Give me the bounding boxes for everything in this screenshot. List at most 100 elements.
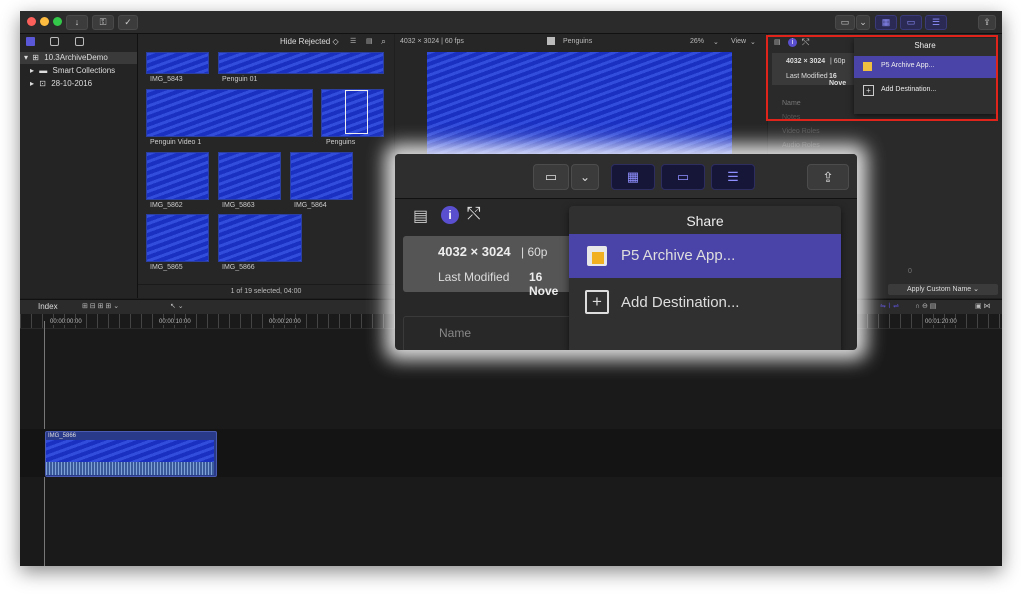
timeline-toggle-button[interactable]: ▭: [661, 164, 705, 190]
viewer-zoom-popup[interactable]: 26%: [690, 38, 704, 45]
browser-pane: Hide Rejected ◇ ☰ ▤ ⌕ IMG_5843 Penguin 0…: [138, 34, 394, 298]
append-clip-icon[interactable]: ⊞ ⊟ ⊞ ⊞ ⌄: [82, 302, 119, 310]
add-item-label: Add Destination...: [621, 294, 740, 311]
zoom-share-menu: Share P5 Archive App... + Add Destinatio…: [569, 206, 841, 350]
headphones-icon[interactable]: ∩ ⊖ ▤: [915, 302, 936, 310]
audio-waveform: [46, 462, 214, 475]
clip-thumbnail[interactable]: [290, 152, 353, 200]
chevron-down-icon[interactable]: ⌄: [571, 164, 599, 190]
viewer-format: 4032 × 3024 | 60 fps: [400, 38, 464, 45]
select-tool-icon[interactable]: ↖ ⌄: [170, 302, 184, 310]
timeline-appearance-icon[interactable]: ▣ ⋈: [975, 302, 991, 310]
name-field[interactable]: Name: [403, 316, 575, 350]
event-icon: ⊡: [39, 79, 46, 88]
clip-filmstrip: [46, 440, 214, 462]
name-label: Name: [439, 326, 472, 340]
share-icon[interactable]: ⇪: [978, 15, 996, 30]
browser-toggle-button[interactable]: ▦: [611, 164, 655, 190]
chevron-down-icon[interactable]: ⌄: [856, 15, 870, 30]
disclosure-icon: ▸: [30, 79, 35, 88]
share-menu-title: Share: [686, 213, 724, 229]
plus-icon: +: [585, 290, 609, 314]
smart-collections-item[interactable]: ▸ ▬ Smart Collections: [20, 65, 137, 77]
film-icon[interactable]: ▤: [413, 206, 428, 226]
clip-thumbnail[interactable]: [146, 214, 209, 262]
clip-thumbnail[interactable]: [146, 52, 209, 74]
event-item[interactable]: ▸ ⊡ 28-10-2016: [20, 78, 137, 90]
clip-thumbnail[interactable]: [218, 52, 384, 74]
clip-label: IMG_5866: [222, 264, 255, 271]
libraries-sidebar: ▾ ⊞ 10.3ArchiveDemo ▸ ▬ Smart Collection…: [20, 34, 138, 298]
timeline-pane: 00:00:00:00 00:00:10:00 00:00:20:00 00:0…: [20, 314, 1002, 566]
inspector-toggle-button[interactable]: ☰: [711, 164, 755, 190]
viewer-image[interactable]: [427, 52, 732, 162]
p5-item-label: P5 Archive App...: [621, 247, 736, 264]
timecode-label: 00:00:20:00: [269, 319, 301, 325]
clip-thumbnail[interactable]: [218, 214, 302, 262]
clip-label: Penguin 01: [222, 76, 258, 83]
disclosure-icon: ▸: [30, 66, 35, 75]
background-tasks-button[interactable]: ✓: [118, 15, 138, 30]
close-button[interactable]: [27, 17, 36, 26]
zero-value: 0: [908, 268, 912, 275]
clip-thumbnail[interactable]: [146, 89, 313, 137]
minimize-button[interactable]: [40, 17, 49, 26]
library-item[interactable]: ▾ ⊞ 10.3ArchiveDemo: [20, 52, 137, 64]
clip-label: IMG_5863: [222, 202, 255, 209]
audio-roles-label: Audio Roles: [782, 142, 820, 149]
chevron-down-icon[interactable]: ⌄: [713, 38, 719, 46]
clip-label: IMG_5843: [150, 76, 183, 83]
fps-text: | 60p: [521, 245, 548, 259]
p5-app-icon: [587, 246, 607, 266]
clip-thumbnail[interactable]: [146, 152, 209, 200]
import-button[interactable]: ↓: [66, 15, 88, 30]
clip-thumbnail[interactable]: [321, 89, 384, 137]
share-menu-item-add[interactable]: + Add Destination...: [569, 280, 841, 324]
libraries-icon[interactable]: [26, 37, 35, 46]
toolbar: ↓ ⚿ ✓ ▭ ⌄ ▦ ▭ ☰ ⇪: [20, 11, 1002, 34]
timecode-label: 00:00:10:00: [159, 319, 191, 325]
chevron-down-icon[interactable]: ⌄: [750, 38, 756, 46]
skimming-icon[interactable]: ⇋ ⌇ ⇌: [880, 302, 899, 310]
disclosure-icon: ▾: [24, 53, 29, 62]
hide-rejected-filter[interactable]: Hide Rejected ◇: [280, 37, 339, 46]
event-label: 28-10-2016: [51, 79, 93, 88]
folder-icon: ▬: [39, 66, 48, 75]
info-icon[interactable]: i: [441, 206, 459, 224]
skimmer-frame: [345, 90, 368, 134]
video-roles-label: Video Roles: [782, 128, 820, 135]
zoom-inspector-header: 4032 × 3024 | 60p Last Modified 16 Nove: [403, 236, 573, 298]
browser-toggle-button[interactable]: ▦: [875, 15, 897, 30]
zoom-callout: ▭ ⌄ ▦ ▭ ☰ ⇪ ▤ i ⤲ 4032 × 3024 | 60p Last…: [395, 154, 857, 350]
workspace-icon[interactable]: ▭: [533, 164, 569, 190]
index-button[interactable]: Index: [38, 302, 58, 311]
timecode-label: 00:00:00:00: [50, 319, 82, 325]
search-icon[interactable]: ⌕: [381, 36, 386, 47]
apply-custom-name-button[interactable]: Apply Custom Name ⌄: [888, 284, 998, 295]
zoom-window-button[interactable]: [53, 17, 62, 26]
clip-label: IMG_5862: [150, 202, 183, 209]
timeline-clip-label: IMG_5866: [48, 433, 77, 439]
clip-thumbnail[interactable]: [218, 152, 281, 200]
titles-icon[interactable]: [75, 37, 84, 46]
filmstrip-icon[interactable]: ▤: [366, 37, 373, 45]
workspace-icon[interactable]: ▭: [835, 15, 855, 30]
timeline-clip[interactable]: IMG_5866: [45, 431, 217, 477]
p5-app-icon-fill: [592, 252, 604, 264]
viewer-title: Penguins: [563, 38, 593, 45]
dimensions-text: 4032 × 3024: [438, 244, 511, 259]
view-menu[interactable]: View: [731, 38, 746, 45]
share-icon[interactable]: ⇪: [807, 164, 849, 190]
library-label: 10.3ArchiveDemo: [44, 53, 108, 62]
share-inspector-icon[interactable]: ⤲: [467, 204, 481, 224]
modified-value: 16 Nove: [529, 270, 559, 298]
clip-label: Penguins: [326, 139, 356, 146]
timeline-toggle-button[interactable]: ▭: [900, 15, 922, 30]
clip-label: IMG_5864: [294, 202, 327, 209]
keywords-button[interactable]: ⚿: [92, 15, 114, 30]
clip-label: Penguin Video 1: [150, 139, 202, 146]
clip-appearance-icon[interactable]: ☰: [350, 37, 356, 45]
inspector-toggle-button[interactable]: ☰: [925, 15, 947, 30]
photos-icon[interactable]: [50, 37, 59, 46]
share-menu-item-p5[interactable]: P5 Archive App...: [569, 234, 841, 278]
